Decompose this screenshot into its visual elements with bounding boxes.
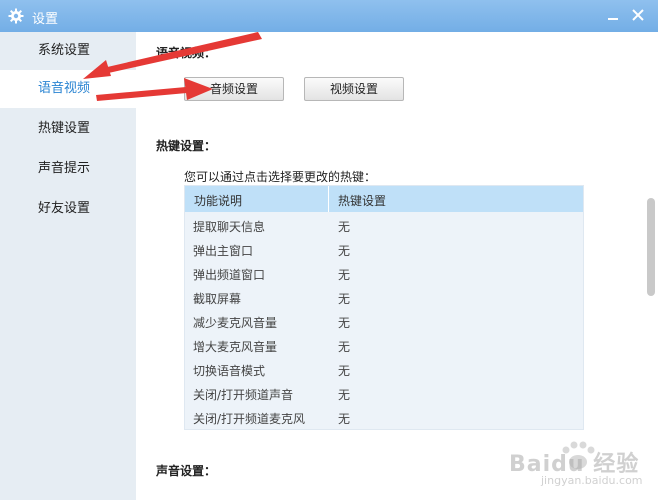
sidebar-item-system[interactable]: 系统设置	[0, 32, 136, 70]
table-row[interactable]: 关闭/打开频道麦克风 无	[185, 405, 583, 429]
minimize-button[interactable]	[603, 5, 623, 25]
column-divider	[328, 186, 329, 212]
hotkeys-hint: 您可以通过点击选择要更改的热键：	[184, 170, 377, 184]
row-function: 切换语音模式	[193, 364, 266, 378]
hotkeys-table: 功能说明 热键设置 提取聊天信息 无 弹出主窗口 无 弹出频道窗口 无 截取屏幕…	[184, 185, 584, 430]
row-function: 关闭/打开频道麦克风	[193, 412, 306, 426]
table-row[interactable]: 减少麦克风音量 无	[185, 309, 583, 333]
settings-sidebar: 系统设置 语音视频 热键设置 声音提示 好友设置	[0, 32, 136, 500]
table-row[interactable]: 弹出主窗口 无	[185, 237, 583, 261]
row-hotkey: 无	[338, 316, 351, 330]
sound-settings-title: 声音设置：	[156, 464, 217, 478]
sidebar-item-label: 声音提示	[38, 161, 91, 176]
close-button[interactable]	[628, 5, 648, 25]
row-function: 提取聊天信息	[193, 220, 266, 234]
row-function: 弹出主窗口	[193, 244, 254, 258]
voice-video-title: 语音视频：	[156, 46, 217, 60]
table-row[interactable]: 提取聊天信息 无	[185, 213, 583, 237]
window-title: 设置	[32, 12, 59, 27]
sidebar-item-label: 好友设置	[38, 201, 91, 216]
row-hotkey: 无	[338, 364, 351, 378]
row-function: 减少麦克风音量	[193, 316, 278, 330]
watermark-url: jingyan.baidu.com	[541, 474, 643, 487]
settings-window: 设置 系统设置 语音视频 热键设置 声音提示 好友设置 语音视频： 音频设置 视…	[0, 0, 658, 500]
row-function: 关闭/打开频道声音	[193, 388, 294, 402]
vertical-scrollbar-thumb[interactable]	[647, 198, 655, 296]
sidebar-item-label: 热键设置	[38, 121, 91, 136]
row-hotkey: 无	[338, 388, 351, 402]
sidebar-item-label: 系统设置	[38, 43, 91, 58]
row-function: 截取屏幕	[193, 292, 242, 306]
column-header-function: 功能说明	[194, 194, 243, 208]
row-function: 增大麦克风音量	[193, 340, 278, 354]
video-settings-button[interactable]: 视频设置	[304, 77, 404, 101]
table-row[interactable]: 增大麦克风音量 无	[185, 333, 583, 357]
gear-icon	[8, 8, 24, 24]
row-function: 弹出频道窗口	[193, 268, 266, 282]
table-row[interactable]: 弹出频道窗口 无	[185, 261, 583, 285]
column-header-hotkey: 热键设置	[338, 194, 387, 208]
table-header: 功能说明 热键设置	[185, 186, 583, 212]
sidebar-item-friends[interactable]: 好友设置	[0, 190, 136, 228]
table-row[interactable]: 切换语音模式 无	[185, 357, 583, 381]
hotkeys-title: 热键设置：	[156, 139, 217, 153]
row-hotkey: 无	[338, 412, 351, 426]
sidebar-item-label: 语音视频	[38, 81, 91, 96]
minimize-icon	[608, 18, 618, 20]
row-hotkey: 无	[338, 340, 351, 354]
row-hotkey: 无	[338, 292, 351, 306]
table-row[interactable]: 截取屏幕 无	[185, 285, 583, 309]
table-row[interactable]: 关闭/打开频道声音 无	[185, 381, 583, 405]
audio-settings-button[interactable]: 音频设置	[184, 77, 284, 101]
row-hotkey: 无	[338, 244, 351, 258]
close-icon	[632, 9, 644, 21]
sidebar-item-voice-video[interactable]: 语音视频	[0, 70, 136, 108]
row-hotkey: 无	[338, 268, 351, 282]
title-bar[interactable]: 设置	[0, 0, 658, 32]
sidebar-item-hotkeys[interactable]: 热键设置	[0, 110, 136, 148]
sidebar-item-sound-alerts[interactable]: 声音提示	[0, 150, 136, 188]
row-hotkey: 无	[338, 220, 351, 234]
